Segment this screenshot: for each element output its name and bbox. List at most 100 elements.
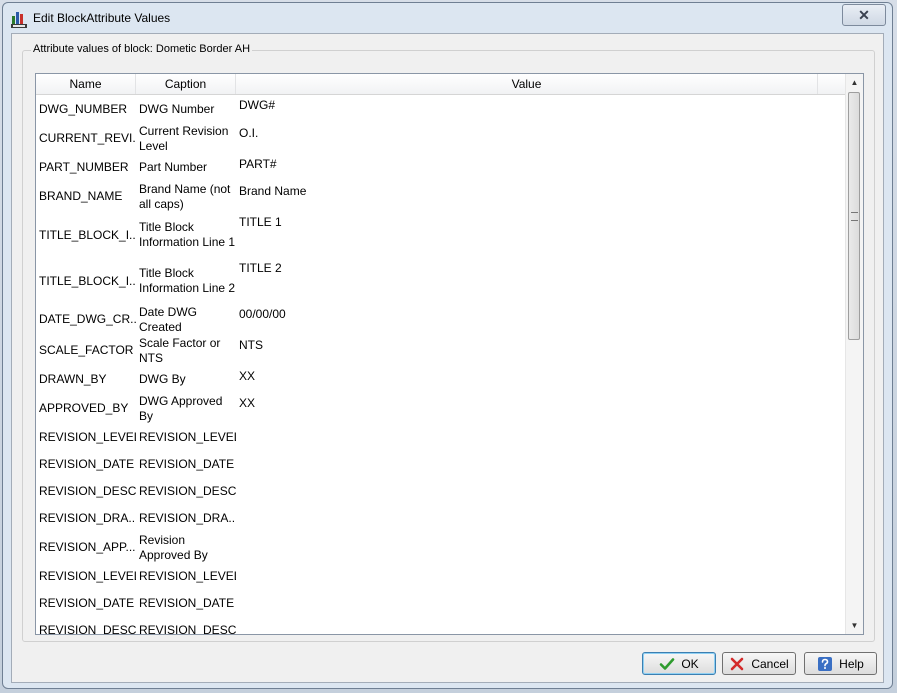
header-filler [818, 74, 848, 94]
row-caption: DWG By [139, 372, 186, 386]
row-name: REVISION_DATE [39, 457, 135, 471]
checkmark-icon [660, 657, 675, 670]
table-row[interactable]: SCALE_FACTOR Scale Factor or NTS NTS [36, 335, 848, 366]
row-name: REVISION_DESC... [39, 623, 136, 635]
row-value[interactable]: XX [236, 393, 848, 411]
row-caption: Scale Factor or NTS [139, 335, 221, 365]
window-title: Edit BlockAttribute Values [33, 11, 171, 25]
row-caption: REVISION_DRA... [139, 511, 236, 525]
row-name: CURRENT_REVI... [39, 131, 136, 145]
table-row[interactable]: TITLE_BLOCK_I... Title Block Information… [36, 258, 848, 304]
row-name: SCALE_FACTOR [39, 343, 134, 357]
scroll-thumb[interactable] [848, 92, 860, 340]
header-name[interactable]: Name [36, 74, 136, 94]
row-caption: DWG Approved By [139, 393, 223, 423]
row-name: PART_NUMBER [39, 160, 129, 174]
help-label: Help [839, 656, 864, 671]
row-value[interactable] [236, 451, 848, 454]
row-value[interactable] [236, 563, 848, 566]
row-name: REVISION_LEVEL [39, 430, 136, 444]
row-value[interactable] [236, 505, 848, 508]
table-row[interactable]: DATE_DWG_CR... Date DWG Created 00/00/00 [36, 304, 848, 335]
dialog-window: Edit BlockAttribute Values ✕ Attribute v… [2, 2, 893, 689]
row-value[interactable] [236, 532, 848, 535]
scroll-down-arrow-icon[interactable]: ▼ [846, 617, 863, 634]
group-label: Attribute values of block: Dometic Borde… [31, 43, 253, 55]
scroll-grip-icon [851, 212, 858, 221]
table-row[interactable]: REVISION_DRA... REVISION_DRA... [36, 505, 848, 532]
row-name: DATE_DWG_CR... [39, 312, 136, 326]
table-row[interactable]: CURRENT_REVI... Current Revision Level O… [36, 123, 848, 154]
table-row[interactable]: REVISION_DATE REVISION_DATE [36, 451, 848, 478]
row-value[interactable]: XX [236, 366, 848, 384]
ok-label: OK [681, 656, 699, 671]
cancel-button[interactable]: Cancel [722, 652, 796, 675]
row-name: REVISION_LEVEL [39, 569, 136, 583]
attribute-group: Attribute values of block: Dometic Borde… [22, 43, 875, 642]
row-name: BRAND_NAME [39, 189, 123, 203]
row-name: TITLE_BLOCK_I... [39, 227, 136, 242]
row-value[interactable]: TITLE 1 [236, 212, 848, 230]
row-caption: DWG Number [139, 101, 215, 116]
grid-header: Name Caption Value [36, 74, 848, 95]
row-name: REVISION_APP... [39, 540, 136, 554]
row-caption: Title Block Information Line 1 [139, 220, 236, 249]
grid-rows: DWG_NUMBER DWG Number DWG# CURRENT_REVI.… [36, 95, 848, 635]
row-value[interactable]: 00/00/00 [236, 304, 848, 322]
row-name: DRAWN_BY [39, 372, 107, 386]
row-name: REVISION_DESC... [39, 484, 136, 498]
row-name: REVISION_DATE [39, 596, 135, 610]
row-caption: REVISION_DESC... [139, 623, 236, 635]
row-caption: Part Number [139, 160, 208, 174]
table-row[interactable]: BRAND_NAME Brand Name (not all caps) Bra… [36, 181, 848, 212]
dialog-client: Attribute values of block: Dometic Borde… [11, 33, 884, 683]
table-row[interactable]: PART_NUMBER Part Number PART# [36, 154, 848, 181]
attribute-grid: Name Caption Value DWG_NUMBER DWG Number… [35, 73, 864, 635]
row-value[interactable] [236, 617, 848, 620]
header-caption[interactable]: Caption [136, 74, 236, 94]
row-caption: Revision Approved By [139, 532, 208, 562]
table-row[interactable]: REVISION_DESC... REVISION_DESC... [36, 478, 848, 505]
scroll-up-arrow-icon[interactable]: ▲ [846, 74, 863, 91]
ok-button[interactable]: OK [642, 652, 716, 675]
table-row[interactable]: DWG_NUMBER DWG Number DWG# [36, 95, 848, 123]
table-row[interactable]: REVISION_DATE REVISION_DATE [36, 590, 848, 617]
row-caption: REVISION_DATE [139, 596, 235, 610]
row-value[interactable]: DWG# [236, 95, 848, 113]
row-value[interactable] [236, 590, 848, 593]
row-name: TITLE_BLOCK_I... [39, 273, 136, 288]
close-button[interactable]: ✕ [842, 4, 886, 26]
row-value[interactable]: PART# [236, 154, 848, 172]
row-caption: Date DWG Created [139, 304, 198, 334]
row-caption: REVISION_LEVEL [139, 569, 236, 583]
header-value[interactable]: Value [236, 74, 818, 94]
cancel-label: Cancel [751, 656, 789, 671]
help-question-icon [818, 656, 833, 671]
vertical-scrollbar[interactable]: ▲ ▼ [845, 74, 863, 634]
close-icon: ✕ [858, 6, 870, 23]
row-caption: Current Revision Level [139, 123, 229, 153]
row-name: REVISION_DRA... [39, 511, 136, 525]
row-value[interactable]: Brand Name [236, 181, 848, 199]
row-value[interactable]: NTS [236, 335, 848, 353]
row-caption: REVISION_DESC... [139, 484, 236, 498]
table-row[interactable]: DRAWN_BY DWG By XX [36, 366, 848, 393]
row-value[interactable] [236, 424, 848, 427]
table-row[interactable]: REVISION_LEVEL REVISION_LEVEL [36, 563, 848, 590]
row-value[interactable]: O.I. [236, 123, 848, 141]
title-bar[interactable]: Edit BlockAttribute Values ✕ [3, 3, 892, 33]
app-icon [11, 12, 27, 28]
row-name: APPROVED_BY [39, 401, 129, 415]
help-button[interactable]: Help [804, 652, 877, 675]
table-row[interactable]: REVISION_LEVEL REVISION_LEVEL [36, 424, 848, 451]
row-caption: Title Block Information Line 2 [139, 266, 236, 295]
row-caption: Brand Name (not all caps) [139, 181, 231, 211]
table-row[interactable]: REVISION_APP... Revision Approved By [36, 532, 848, 563]
row-caption: REVISION_LEVEL [139, 430, 236, 444]
row-name: DWG_NUMBER [39, 101, 128, 116]
row-value[interactable] [236, 478, 848, 481]
row-value[interactable]: TITLE 2 [236, 258, 848, 276]
table-row[interactable]: REVISION_DESC... REVISION_DESC... [36, 617, 848, 635]
table-row[interactable]: APPROVED_BY DWG Approved By XX [36, 393, 848, 424]
table-row[interactable]: TITLE_BLOCK_I... Title Block Information… [36, 212, 848, 258]
